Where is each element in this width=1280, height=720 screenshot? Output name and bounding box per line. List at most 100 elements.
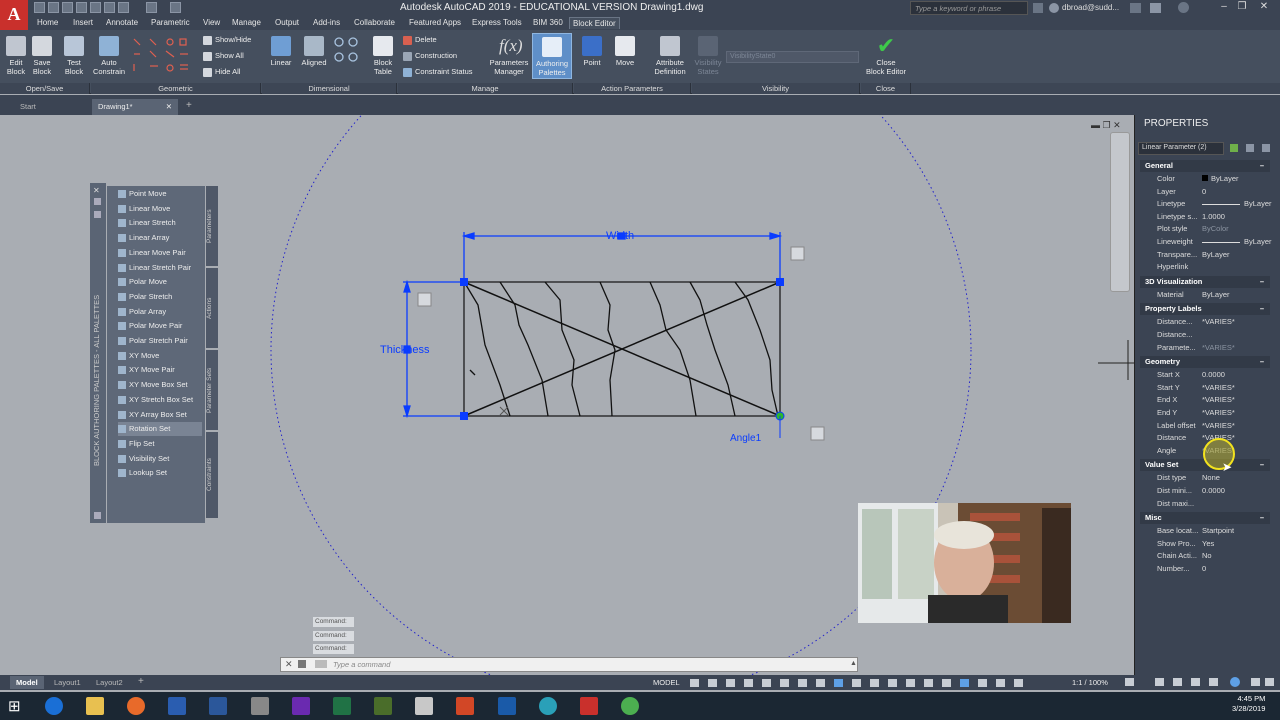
property-value[interactable]: *VARIES* [1202,395,1235,404]
panel-visibility[interactable]: Visibility [692,83,860,94]
property-value[interactable]: No [1202,551,1212,560]
navigation-bar[interactable] [1110,132,1130,292]
tab-home[interactable]: Home [34,17,61,29]
palette-item-lookup-set[interactable]: Lookup Set [118,466,202,480]
attribute-definition-button[interactable]: Attribute Definition [650,36,690,76]
quick-select-icon[interactable] [1262,144,1270,152]
collapse-icon[interactable]: – [1260,459,1264,471]
new-icon[interactable] [34,2,45,13]
property-value[interactable]: 0 [1202,187,1206,196]
palette-close-icon[interactable]: ✕ [93,186,100,195]
app-icon[interactable] [251,697,269,715]
aligned-button[interactable]: Aligned [299,36,329,67]
show-hide-button[interactable]: Show/Hide [203,35,251,45]
palette-tab-constraints[interactable]: Constraints [206,432,218,518]
property-row[interactable]: Dist maxi... [1157,498,1277,510]
grip[interactable] [776,278,784,286]
delete-button[interactable]: Delete [403,35,437,45]
revit-icon[interactable] [498,697,516,715]
panel-dimensional[interactable]: Dimensional [262,83,397,94]
property-row[interactable]: Label offset *VARIES* [1157,420,1277,432]
palette-item-xy-stretch-box-set[interactable]: XY Stretch Box Set [118,393,202,407]
parameters-manager-button[interactable]: f(x) Parameters Manager [488,36,530,76]
saveas-icon[interactable] [76,2,87,13]
palette-item-polar-stretch-pair[interactable]: Polar Stretch Pair [118,334,202,348]
hide-all-button[interactable]: Hide All [203,67,240,77]
move-button[interactable]: Move [612,36,638,67]
thickness-label[interactable]: Thickness [380,344,430,356]
action-badge-icon[interactable] [417,292,432,307]
search-icon[interactable] [1033,3,1043,13]
palette-item-linear-array[interactable]: Linear Array [118,231,202,245]
restore-icon[interactable]: ❐ [1234,1,1250,14]
tab-model[interactable]: Model [10,676,44,689]
status-right-icons[interactable] [1125,677,1275,687]
undo-icon[interactable] [146,2,157,13]
windows-start-icon[interactable]: ⊞ [8,697,26,715]
property-row[interactable]: Start Y *VARIES* [1157,382,1277,394]
toggle-pickadd-icon[interactable] [1230,144,1238,152]
open-icon[interactable] [48,2,59,13]
property-row[interactable]: Show Pro... Yes [1157,538,1277,550]
palette-item-xy-array-box-set[interactable]: XY Array Box Set [118,408,202,422]
property-row[interactable]: Start X 0.0000 [1157,369,1277,381]
palette-item-xy-move-pair[interactable]: XY Move Pair [118,363,202,377]
section-property-labels[interactable]: Property Labels – [1140,303,1270,316]
new-layout-icon[interactable]: + [138,676,144,687]
action-badge-icon[interactable] [790,246,805,261]
property-value[interactable]: 0 [1202,564,1206,573]
property-row[interactable]: Number... 0 [1157,563,1277,575]
palette-item-xy-move-box-set[interactable]: XY Move Box Set [118,378,202,392]
width-label[interactable]: Width [606,230,634,242]
property-row[interactable]: Linetype s... 1.0000 [1157,211,1277,223]
property-value[interactable]: 0.0000 [1202,370,1225,379]
tab-output[interactable]: Output [272,17,302,29]
palette-menu-icon[interactable] [94,512,101,519]
property-value[interactable]: ByLayer [1244,199,1272,208]
palette-tab-parameters[interactable]: Parameters [206,186,218,266]
show-all-button[interactable]: Show All [203,51,244,61]
property-value[interactable]: *VARIES* [1202,317,1235,326]
palette-item-polar-array[interactable]: Polar Array [118,305,202,319]
cart-icon[interactable] [1130,3,1141,13]
command-close-icon[interactable]: ✕ [285,659,293,670]
construction-button[interactable]: Construction [403,51,457,61]
block-geometry[interactable] [403,232,1134,441]
block-table-button[interactable]: Block Table [369,36,397,76]
palette-item-linear-move-pair[interactable]: Linear Move Pair [118,246,202,260]
word-icon[interactable] [209,697,227,715]
excel-icon[interactable] [333,697,351,715]
tab-featured-apps[interactable]: Featured Apps [406,17,464,29]
plot-icon[interactable] [118,2,129,13]
constraint-status-button[interactable]: Constraint Status [403,67,473,77]
property-row[interactable]: Layer 0 [1157,186,1277,198]
onenote-icon[interactable] [292,697,310,715]
user-icon[interactable] [1049,3,1059,13]
test-block-button[interactable]: Test Block [62,36,86,76]
property-row[interactable]: Dist type None [1157,472,1277,484]
edge-icon[interactable] [45,697,63,715]
tab-layout2[interactable]: Layout2 [90,676,129,689]
select-objects-icon[interactable] [1246,144,1254,152]
system-clock[interactable]: 4:45 PM 3/28/2019 [1232,694,1265,714]
palette-tab-parameter-sets[interactable]: Parameter Sets [206,350,218,430]
exchange-icon[interactable] [1150,3,1161,13]
property-row[interactable]: Material ByLayer [1157,289,1277,301]
tab-layout1[interactable]: Layout1 [48,676,87,689]
section-3d-visualization[interactable]: 3D Visualization – [1140,275,1270,288]
property-value[interactable]: 0.0000 [1202,486,1225,495]
grip[interactable] [460,412,468,420]
tab-drawing1[interactable]: Drawing1* ✕ [92,99,178,115]
tab-view[interactable]: View [200,17,223,29]
property-value[interactable]: None [1202,473,1220,482]
firefox-icon[interactable] [127,697,145,715]
command-input[interactable]: Type a command [333,660,390,669]
panel-geometric[interactable]: Geometric [91,83,261,94]
point-button[interactable]: Point [580,36,604,67]
palette-item-linear-stretch[interactable]: Linear Stretch [118,216,202,230]
minimize-icon[interactable]: ‒ [1216,1,1232,14]
autocad-taskbar-icon[interactable] [580,697,598,715]
redo-icon[interactable] [170,2,181,13]
property-row[interactable]: End X *VARIES* [1157,394,1277,406]
palette-tab-actions[interactable]: Actions [206,268,218,348]
